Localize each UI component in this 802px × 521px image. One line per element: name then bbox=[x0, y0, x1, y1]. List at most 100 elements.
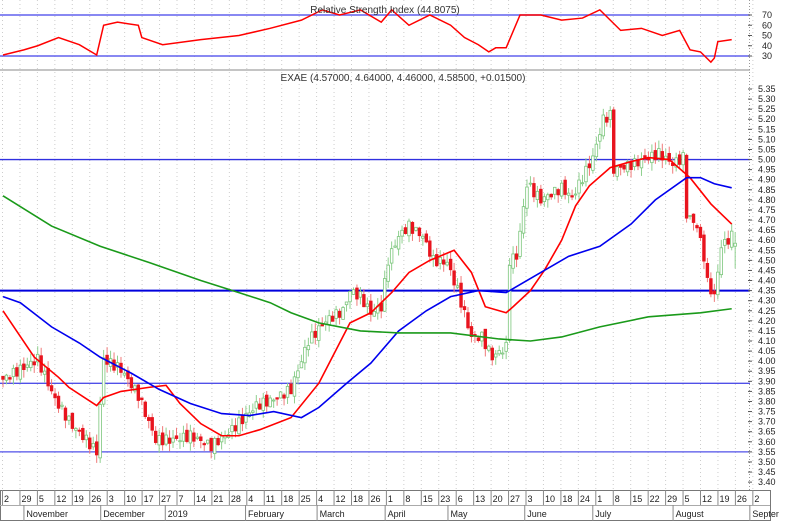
x-tick-label: 19 bbox=[74, 494, 84, 504]
candle-body bbox=[91, 442, 95, 448]
price-y-tick-label: 4.60 bbox=[758, 235, 776, 245]
candle bbox=[324, 315, 328, 331]
candle-body bbox=[181, 432, 186, 442]
candle-body bbox=[230, 425, 234, 433]
candle-body bbox=[566, 192, 571, 196]
rsi-y-tick-label: 40 bbox=[762, 41, 772, 51]
candle-body bbox=[164, 434, 168, 445]
price-y-tick-label: 3.90 bbox=[758, 376, 776, 386]
candle bbox=[320, 317, 324, 327]
price-y-tick-label: 4.65 bbox=[758, 225, 776, 235]
price-y-tick-label: 5.10 bbox=[758, 134, 776, 144]
candle-body bbox=[240, 415, 245, 425]
month-label: July bbox=[595, 509, 612, 519]
price-y-tick-label: 4.40 bbox=[758, 276, 776, 286]
candle bbox=[528, 176, 533, 187]
candle bbox=[421, 233, 425, 246]
x-tick-label: 11 bbox=[266, 494, 275, 504]
candle bbox=[271, 398, 276, 408]
x-tick-label: 26 bbox=[91, 494, 101, 504]
candle bbox=[535, 185, 540, 208]
candle bbox=[53, 388, 57, 406]
candle-body bbox=[490, 347, 494, 361]
candle bbox=[726, 230, 730, 250]
candle bbox=[11, 364, 16, 385]
candle-body bbox=[348, 291, 352, 303]
candle-body bbox=[615, 166, 619, 177]
candle bbox=[209, 437, 213, 459]
candle bbox=[74, 426, 78, 439]
candle bbox=[695, 223, 699, 233]
candle-body bbox=[709, 278, 713, 295]
rsi-y-tick-label: 60 bbox=[762, 20, 772, 30]
month-label: March bbox=[320, 509, 345, 519]
candle bbox=[15, 362, 19, 381]
candle bbox=[348, 290, 352, 309]
month-label: August bbox=[676, 509, 705, 519]
candle-body bbox=[167, 437, 172, 444]
candle bbox=[487, 344, 491, 353]
candle-body bbox=[362, 294, 366, 308]
candle-body bbox=[677, 154, 682, 165]
candle bbox=[67, 415, 71, 426]
candle-body bbox=[344, 301, 349, 306]
month-label: Septer bbox=[752, 509, 779, 519]
candle-body bbox=[698, 226, 703, 239]
candle bbox=[341, 306, 345, 320]
candle bbox=[605, 111, 609, 127]
candle bbox=[237, 410, 241, 435]
month-label: February bbox=[248, 509, 285, 519]
candle bbox=[70, 412, 75, 432]
candle bbox=[573, 187, 578, 200]
candle bbox=[8, 375, 12, 384]
candle bbox=[292, 371, 297, 404]
candle bbox=[22, 357, 26, 378]
candle bbox=[84, 430, 88, 448]
candle-body bbox=[282, 394, 286, 399]
candle-body bbox=[84, 434, 88, 441]
candle-body bbox=[192, 432, 196, 442]
candle bbox=[91, 436, 95, 450]
price-y-tick-label: 5.00 bbox=[758, 155, 776, 165]
price-y-tick-label: 4.75 bbox=[758, 205, 776, 215]
candle-body bbox=[421, 235, 425, 239]
candle bbox=[532, 177, 536, 203]
candle bbox=[382, 270, 387, 312]
price-y-tick-label: 3.85 bbox=[758, 386, 776, 396]
candle bbox=[171, 430, 175, 448]
candle-body bbox=[60, 404, 64, 407]
candle-body bbox=[285, 385, 290, 398]
candle bbox=[702, 230, 706, 270]
candle-body bbox=[160, 432, 165, 446]
candle bbox=[278, 391, 283, 399]
candle bbox=[389, 241, 394, 271]
candle bbox=[598, 127, 602, 150]
candle bbox=[143, 400, 147, 419]
x-tick-label: 13 bbox=[475, 494, 485, 504]
candle-body bbox=[688, 215, 692, 217]
candle-body bbox=[681, 152, 685, 166]
candle-body bbox=[389, 248, 394, 264]
candle-body bbox=[410, 221, 415, 234]
candle-body bbox=[546, 194, 550, 201]
x-tick-label: 27 bbox=[510, 494, 520, 504]
price-y-tick-label: 5.25 bbox=[758, 104, 776, 114]
candle bbox=[206, 439, 210, 445]
x-tick-label: 22 bbox=[650, 494, 660, 504]
candle bbox=[684, 153, 689, 223]
candle bbox=[462, 300, 467, 318]
candle-body bbox=[212, 438, 217, 455]
candle bbox=[94, 434, 99, 463]
candle-body bbox=[278, 391, 283, 399]
price-y-tick-label: 4.55 bbox=[758, 245, 776, 255]
price-title: EXAE (4.57000, 4.64000, 4.46000, 4.58500… bbox=[281, 73, 526, 84]
candle bbox=[36, 346, 40, 367]
candle bbox=[258, 397, 262, 410]
candle-body bbox=[587, 163, 592, 169]
candle-body bbox=[310, 331, 314, 344]
candle bbox=[584, 158, 588, 187]
candle bbox=[289, 379, 293, 395]
candle-body bbox=[532, 183, 536, 198]
x-tick-label: 25 bbox=[301, 494, 311, 504]
price-y-tick-label: 3.50 bbox=[758, 457, 776, 467]
